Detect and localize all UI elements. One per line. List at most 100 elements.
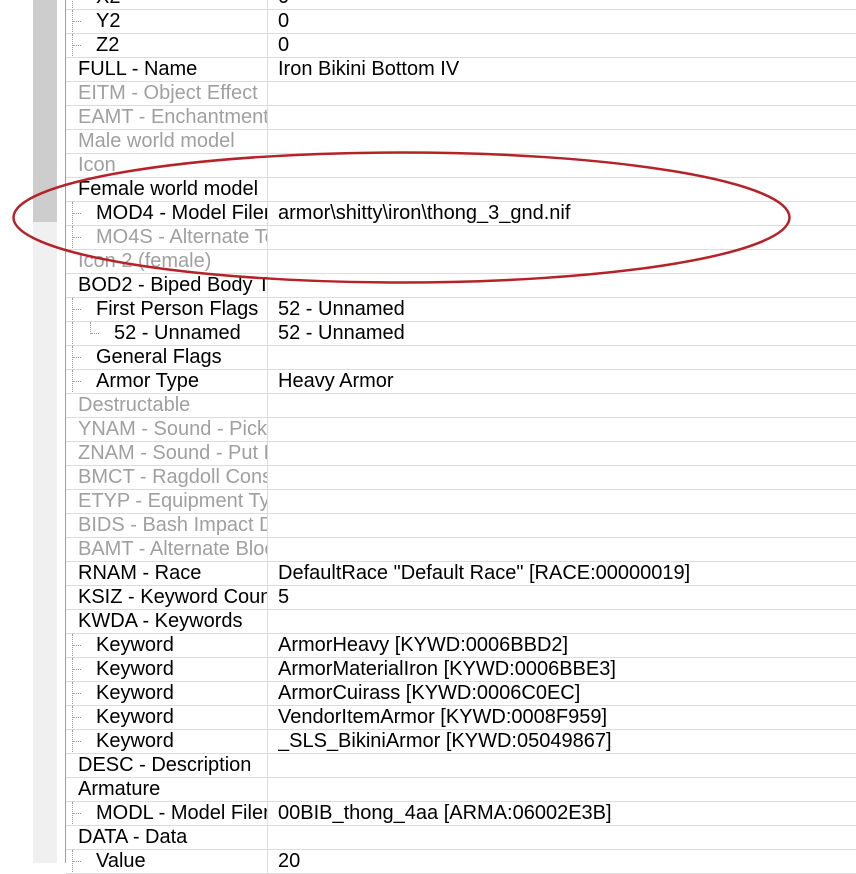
field-name-cell[interactable]: BAMT - Alternate Block Material: [66, 538, 268, 561]
field-value[interactable]: _SLS_BikiniArmor [KYWD:05049867]: [278, 730, 856, 753]
record-row[interactable]: DESC - Description: [66, 754, 856, 778]
field-name-cell[interactable]: Icon: [66, 154, 268, 177]
field-name-cell[interactable]: DATA - Data: [66, 826, 268, 849]
field-name-cell[interactable]: FULL - Name: [66, 58, 268, 81]
field-value[interactable]: 52 - Unnamed: [278, 298, 856, 321]
field-value[interactable]: [278, 610, 856, 633]
field-value[interactable]: VendorItemArmor [KYWD:0008F959]: [278, 706, 856, 729]
record-row[interactable]: EAMT - Enchantment Amount: [66, 106, 856, 130]
field-name-cell[interactable]: MO4S - Alternate Textures: [66, 226, 268, 249]
field-value[interactable]: [278, 178, 856, 201]
record-row[interactable]: MO4S - Alternate Textures: [66, 226, 856, 250]
field-name-cell[interactable]: ETYP - Equipment Type: [66, 490, 268, 513]
field-name-cell[interactable]: Keyword: [66, 634, 268, 657]
record-row[interactable]: Keyword VendorItemArmor [KYWD:0008F959]: [66, 706, 856, 730]
field-value[interactable]: Heavy Armor: [278, 370, 856, 393]
field-name-cell[interactable]: EAMT - Enchantment Amount: [66, 106, 268, 129]
record-row[interactable]: Armor Type Heavy Armor: [66, 370, 856, 394]
record-row[interactable]: BMCT - Ragdoll Constraint Template: [66, 466, 856, 490]
field-name-cell[interactable]: KWDA - Keywords: [66, 610, 268, 633]
field-name-cell[interactable]: Female world model: [66, 178, 268, 201]
record-row[interactable]: ZNAM - Sound - Put Down: [66, 442, 856, 466]
field-name-cell[interactable]: BOD2 - Biped Body Template: [66, 274, 268, 297]
field-value[interactable]: 0: [278, 10, 856, 33]
field-name-cell[interactable]: Armature: [66, 778, 268, 801]
field-name-cell[interactable]: X2: [66, 0, 268, 9]
field-name-cell[interactable]: First Person Flags: [66, 298, 268, 321]
field-name-cell[interactable]: 52 - Unnamed: [66, 322, 268, 345]
record-row[interactable]: Icon 2 (female): [66, 250, 856, 274]
record-row[interactable]: EITM - Object Effect: [66, 82, 856, 106]
record-row[interactable]: Keyword ArmorMaterialIron [KYWD:0006BBE3]: [66, 658, 856, 682]
field-name-cell[interactable]: Keyword: [66, 658, 268, 681]
record-row[interactable]: 52 - Unnamed 52 - Unnamed: [66, 322, 856, 346]
field-name-cell[interactable]: BIDS - Bash Impact Data Set: [66, 514, 268, 537]
field-name-cell[interactable]: Male world model: [66, 130, 268, 153]
record-row[interactable]: Keyword _SLS_BikiniArmor [KYWD:05049867]: [66, 730, 856, 754]
record-row[interactable]: Z2 0: [66, 34, 856, 58]
field-name-cell[interactable]: Armor Type: [66, 370, 268, 393]
record-row[interactable]: General Flags: [66, 346, 856, 370]
field-value[interactable]: Iron Bikini Bottom IV: [278, 58, 856, 81]
record-row[interactable]: YNAM - Sound - Pick Up: [66, 418, 856, 442]
record-row[interactable]: MOD4 - Model Filename armor\shitty\iron\t…: [66, 202, 856, 226]
record-row[interactable]: Y2 0: [66, 10, 856, 34]
field-name-cell[interactable]: Value: [66, 850, 268, 873]
field-name-cell[interactable]: Keyword: [66, 706, 268, 729]
field-value[interactable]: [278, 154, 856, 177]
record-row[interactable]: Value 20: [66, 850, 856, 874]
record-row[interactable]: Destructable: [66, 394, 856, 418]
field-value[interactable]: 00BIB_thong_4aa [ARMA:06002E3B]: [278, 802, 856, 825]
field-value[interactable]: 5: [278, 586, 856, 609]
field-name-cell[interactable]: General Flags: [66, 346, 268, 369]
field-name-cell[interactable]: Destructable: [66, 394, 268, 417]
field-value[interactable]: [278, 82, 856, 105]
field-name-cell[interactable]: DESC - Description: [66, 754, 268, 777]
record-row[interactable]: FULL - Name Iron Bikini Bottom IV: [66, 58, 856, 82]
field-value[interactable]: ArmorCuirass [KYWD:0006C0EC]: [278, 682, 856, 705]
field-name-cell[interactable]: ZNAM - Sound - Put Down: [66, 442, 268, 465]
record-row[interactable]: Armature: [66, 778, 856, 802]
record-row[interactable]: MODL - Model Filename 00BIB_thong_4aa [AR…: [66, 802, 856, 826]
field-name-cell[interactable]: Keyword: [66, 682, 268, 705]
field-value[interactable]: [278, 442, 856, 465]
field-value[interactable]: 20: [278, 850, 856, 873]
field-value[interactable]: ArmorHeavy [KYWD:0006BBD2]: [278, 634, 856, 657]
field-value[interactable]: 0: [278, 0, 856, 9]
field-value[interactable]: [278, 394, 856, 417]
field-value[interactable]: [278, 106, 856, 129]
field-name-cell[interactable]: MOD4 - Model Filename: [66, 202, 268, 225]
field-value[interactable]: [278, 490, 856, 513]
field-name-cell[interactable]: YNAM - Sound - Pick Up: [66, 418, 268, 441]
record-row[interactable]: BAMT - Alternate Block Material: [66, 538, 856, 562]
field-name-cell[interactable]: EITM - Object Effect: [66, 82, 268, 105]
field-value[interactable]: [278, 226, 856, 249]
field-name-cell[interactable]: KSIZ - Keyword Count: [66, 586, 268, 609]
field-name-cell[interactable]: Keyword: [66, 730, 268, 753]
field-name-cell[interactable]: RNAM - Race: [66, 562, 268, 585]
scrollbar-thumb[interactable]: [33, 0, 57, 222]
record-row[interactable]: X2 0: [66, 0, 856, 10]
field-name-cell[interactable]: BMCT - Ragdoll Constraint Template: [66, 466, 268, 489]
field-value[interactable]: DefaultRace "Default Race" [RACE:0000001…: [278, 562, 856, 585]
field-name-cell[interactable]: Z2: [66, 34, 268, 57]
field-value[interactable]: [278, 826, 856, 849]
record-row[interactable]: Icon: [66, 154, 856, 178]
field-value[interactable]: [278, 538, 856, 561]
field-value[interactable]: ArmorMaterialIron [KYWD:0006BBE3]: [278, 658, 856, 681]
record-row[interactable]: KSIZ - Keyword Count 5: [66, 586, 856, 610]
field-value[interactable]: [278, 130, 856, 153]
field-value[interactable]: [278, 466, 856, 489]
record-row[interactable]: BIDS - Bash Impact Data Set: [66, 514, 856, 538]
field-value[interactable]: [278, 250, 856, 273]
field-value[interactable]: [278, 754, 856, 777]
record-row[interactable]: DATA - Data: [66, 826, 856, 850]
field-value[interactable]: armor\shitty\iron\thong_3_gnd.nif: [278, 202, 856, 225]
record-row[interactable]: KWDA - Keywords: [66, 610, 856, 634]
field-value[interactable]: 52 - Unnamed: [278, 322, 856, 345]
record-row[interactable]: Female world model: [66, 178, 856, 202]
field-value[interactable]: [278, 346, 856, 369]
record-row[interactable]: Keyword ArmorHeavy [KYWD:0006BBD2]: [66, 634, 856, 658]
field-value[interactable]: 0: [278, 34, 856, 57]
field-name-cell[interactable]: MODL - Model Filename: [66, 802, 268, 825]
